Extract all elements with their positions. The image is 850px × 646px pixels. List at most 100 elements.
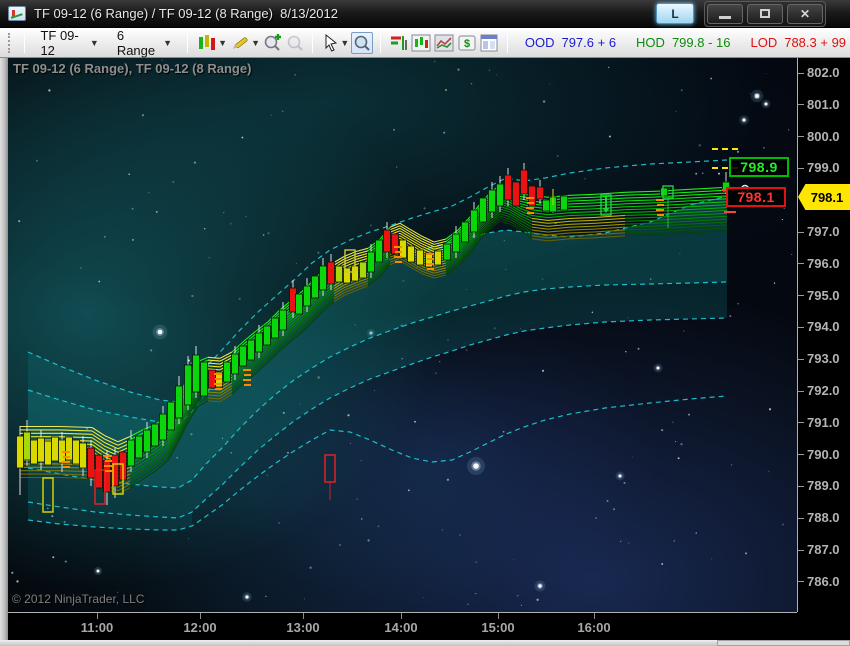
axis-corner	[797, 612, 850, 640]
chart-canvas[interactable]	[8, 58, 797, 612]
y-axis[interactable]: 798.1 802.0 801.0 800.0 799.0 797.0 796.0 795.…	[797, 58, 850, 640]
separator	[24, 32, 26, 53]
last-price-tag: 798.1	[798, 184, 850, 211]
maximize-icon	[760, 9, 770, 18]
minimize-button[interactable]	[707, 3, 743, 24]
y-axis-tick	[798, 326, 804, 328]
chevron-down-icon: ▼	[163, 37, 173, 48]
y-axis-label: 788.0	[807, 510, 840, 526]
ninjatrader-chart-window: TF 09-12 (6 Range) / TF 09-12 (8 Range) …	[0, 0, 850, 646]
magnifier-icon	[355, 35, 371, 51]
toolbar-grip[interactable]	[8, 32, 13, 53]
y-axis-tick	[798, 422, 804, 424]
separator	[312, 32, 314, 53]
resize-grip[interactable]	[717, 640, 850, 646]
cursor-mode-button[interactable]: ▼	[320, 32, 349, 54]
bar-marker-button[interactable]	[388, 32, 409, 54]
x-axis-tick	[199, 613, 201, 619]
zoom-out-icon	[287, 35, 303, 51]
close-button[interactable]: ✕	[787, 3, 823, 24]
toolbar: TF 09-12 ▼ 6 Range ▼ ▼ ▼ ▼ $ OOD 797.6 +…	[0, 28, 850, 58]
instrument-link-button[interactable]: L	[656, 3, 694, 24]
title-bar[interactable]: TF 09-12 (6 Range) / TF 09-12 (8 Range) …	[0, 0, 850, 28]
lod-stat: LOD 788.3 + 99	[750, 35, 846, 50]
data-grid-icon	[480, 34, 498, 51]
y-axis-label: 791.0	[807, 414, 840, 430]
y-axis-tick	[798, 358, 804, 360]
y-axis-label: 796.0	[807, 255, 840, 271]
chart-style-button[interactable]: ▼	[195, 32, 227, 54]
separator	[506, 32, 508, 53]
session-stats: OOD 797.6 + 6 HOD 799.8 - 16 LOD 788.3 +…	[525, 35, 846, 50]
y-axis-tick	[798, 72, 804, 74]
magnifier-toggle-button[interactable]	[351, 31, 374, 54]
y-axis-label: 789.0	[807, 478, 840, 494]
period-selector[interactable]: 6 Range ▼	[109, 26, 180, 60]
y-axis-tick	[798, 581, 804, 583]
y-axis-tick	[798, 167, 804, 169]
y-axis-tick	[798, 231, 804, 233]
y-axis-tick	[798, 104, 804, 106]
lod-value: 788.3 + 99	[784, 35, 847, 50]
chart-panel-button[interactable]	[411, 32, 432, 54]
x-axis-tick	[497, 613, 499, 619]
chevron-down-icon: ▼	[218, 37, 228, 48]
y-axis-label: 794.0	[807, 319, 840, 335]
target-price-box: 798.9	[729, 157, 789, 177]
minimize-icon	[719, 15, 731, 19]
chevron-down-icon: ▼	[89, 37, 99, 48]
period-selector-label: 6 Range	[116, 27, 156, 58]
indicators-icon	[434, 34, 454, 51]
zoom-in-button[interactable]	[262, 32, 283, 54]
x-axis-tick	[593, 613, 595, 619]
drawing-tools-button[interactable]: ▼	[229, 32, 260, 54]
y-axis-label: 787.0	[807, 542, 840, 557]
zoom-out-button[interactable]	[285, 32, 306, 54]
maximize-button[interactable]	[747, 3, 783, 24]
indicators-button[interactable]	[434, 32, 455, 54]
y-axis-label: 799.0	[807, 160, 840, 176]
separator	[187, 32, 189, 53]
y-axis-label: 801.0	[807, 96, 840, 112]
x-axis-tick	[96, 613, 98, 619]
instrument-selector-label: TF 09-12	[40, 27, 79, 58]
x-axis-tick	[302, 613, 304, 619]
data-grid-button[interactable]	[479, 32, 500, 54]
y-axis-tick	[798, 517, 804, 519]
y-axis-label: 795.0	[807, 287, 840, 303]
y-axis-tick	[798, 295, 804, 297]
candles-panel-icon	[411, 34, 431, 51]
y-axis-label: 797.0	[807, 224, 840, 239]
zoom-in-icon	[265, 34, 282, 51]
chart-layers	[11, 59, 793, 606]
instrument-selector[interactable]: TF 09-12 ▼	[32, 26, 106, 60]
y-axis-label: 790.0	[807, 446, 840, 462]
x-axis-label: 12:00	[183, 620, 217, 635]
y-axis-label: 793.0	[807, 351, 840, 367]
x-axis[interactable]: 11:00 12:00 13:00 14:00 15:00 16:00	[8, 612, 797, 640]
y-axis-tick	[798, 263, 804, 265]
pencil-icon	[233, 36, 248, 49]
copyright-text: © 2012 NinjaTrader, LLC	[12, 592, 145, 606]
x-axis-label: 14:00	[384, 620, 418, 635]
x-axis-label: 16:00	[577, 620, 611, 635]
window-title: TF 09-12 (6 Range) / TF 09-12 (8 Range) …	[34, 6, 338, 21]
y-axis-tick	[798, 136, 804, 138]
ood-value: 797.6 + 6	[561, 35, 617, 50]
window-controls: ✕	[704, 0, 826, 27]
x-axis-label: 15:00	[481, 620, 515, 635]
window-bottom-border	[0, 640, 850, 646]
y-axis-tick	[798, 485, 804, 487]
chart-trader-button[interactable]: $	[456, 32, 477, 54]
y-axis-tick	[798, 549, 804, 551]
hod-label: HOD	[636, 35, 665, 50]
x-axis-label: 11:00	[80, 620, 114, 635]
chart-plot-area[interactable]: TF 09-12 (6 Range), TF 09-12 (8 Range) ©…	[8, 58, 797, 612]
y-axis-label: 786.0	[807, 573, 840, 589]
hod-stat: HOD 799.8 - 16	[636, 35, 730, 50]
x-axis-label: 13:00	[286, 620, 320, 635]
hod-value: 799.8 - 16	[671, 35, 731, 50]
ood-stat: OOD 797.6 + 6	[525, 35, 616, 50]
stop-price-box: 798.1	[726, 187, 786, 207]
x-axis-tick	[400, 613, 402, 619]
